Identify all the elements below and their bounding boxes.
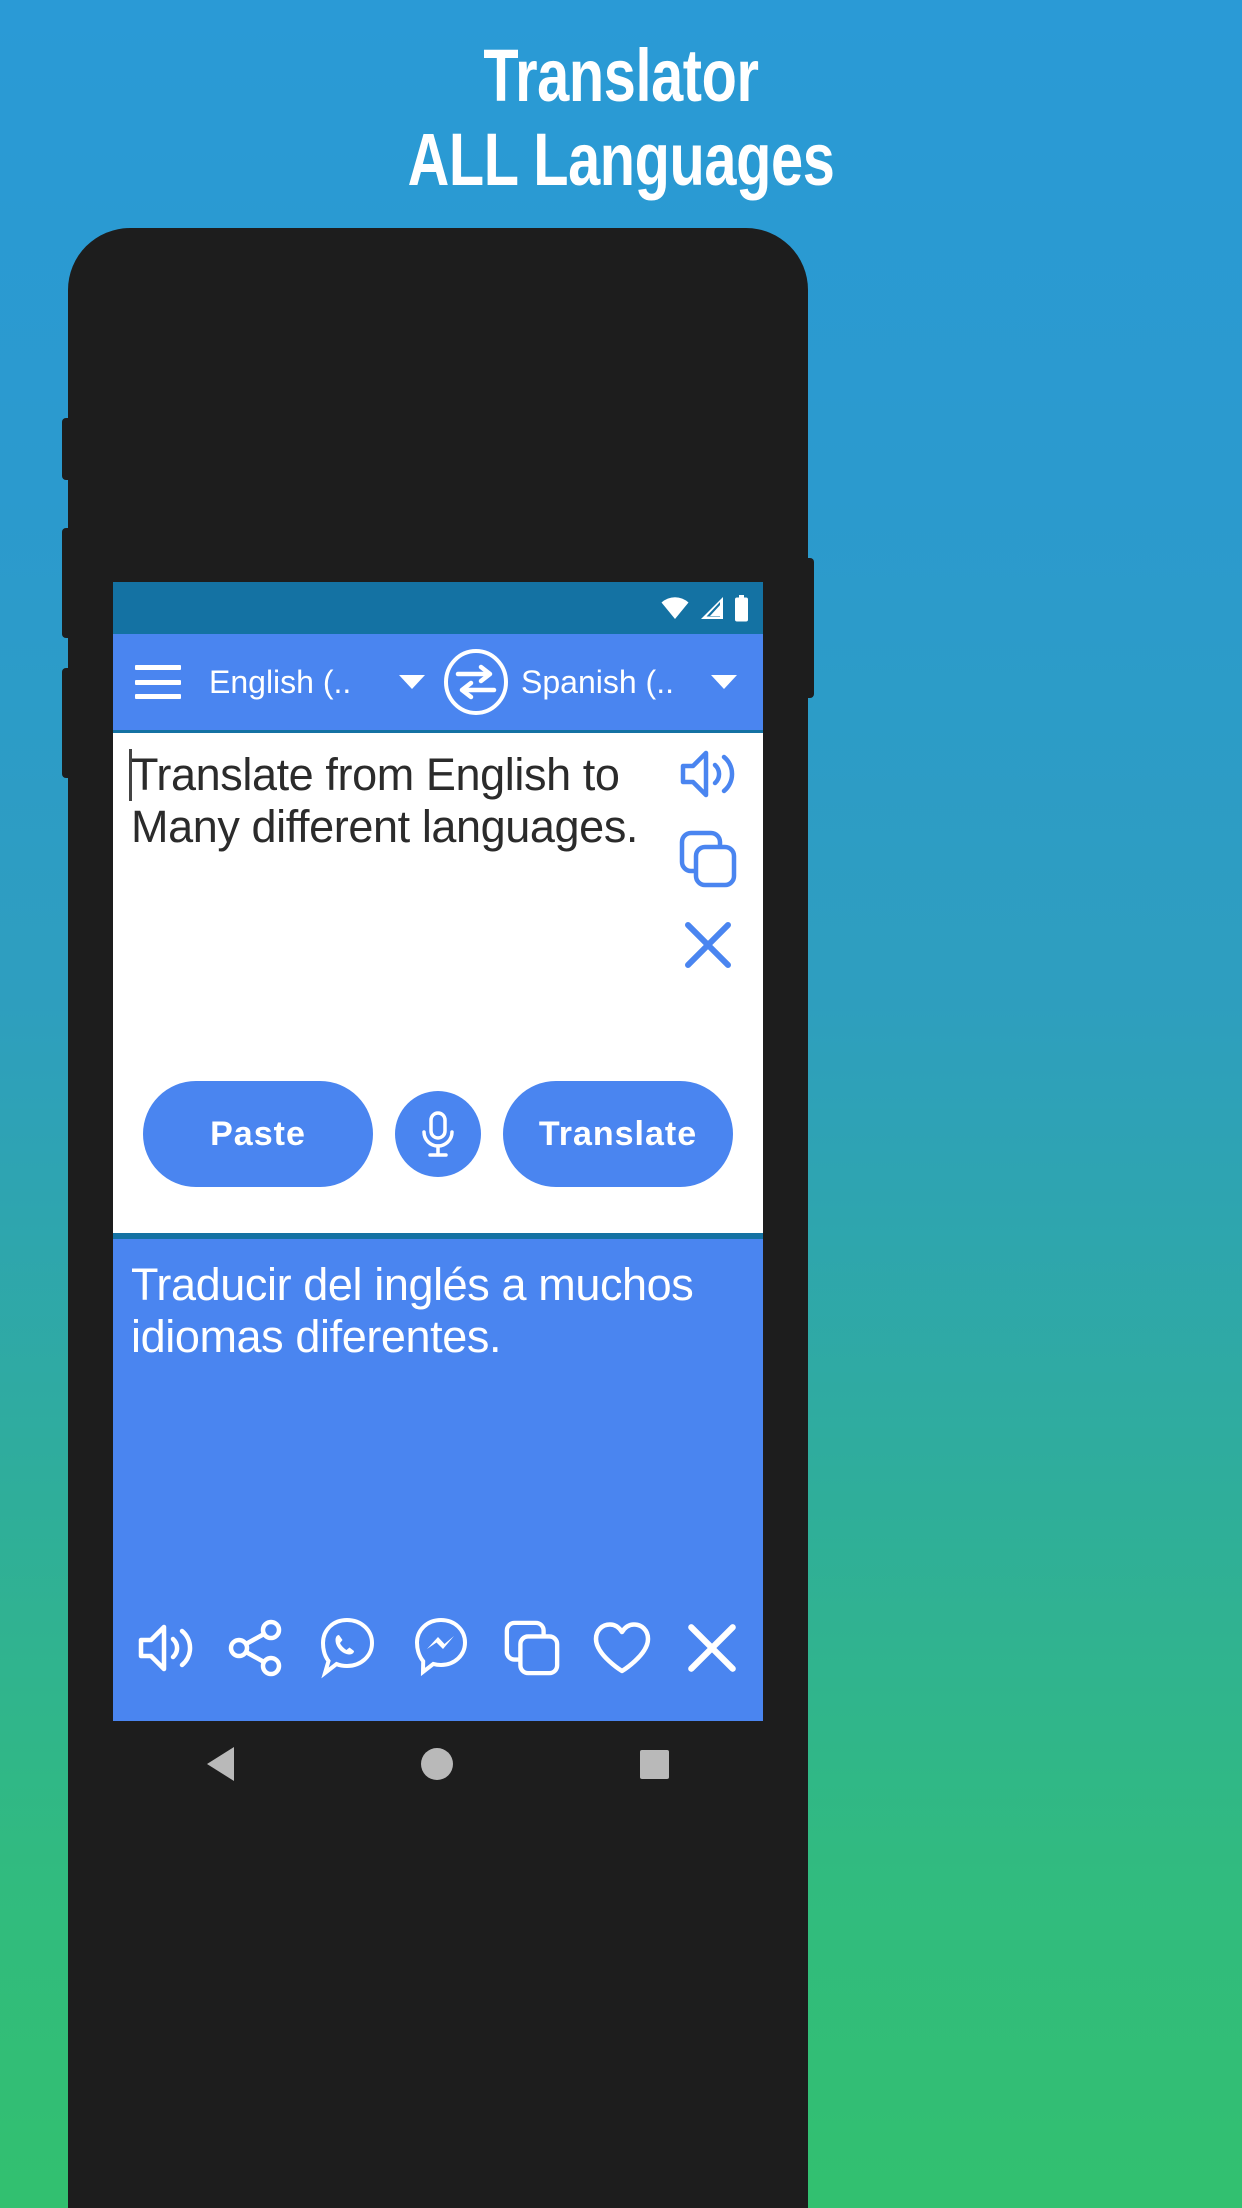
phone-mockup: English (.. Spanish (.. Translate from E… xyxy=(62,228,814,2208)
cellular-signal-icon xyxy=(701,597,723,619)
input-panel: Translate from English to Many different… xyxy=(113,730,763,1233)
phone-side-button-middle xyxy=(62,528,70,638)
clear-output-icon[interactable] xyxy=(683,1619,741,1677)
phone-side-button-top xyxy=(62,418,70,480)
chevron-down-icon xyxy=(399,675,425,689)
clear-input-icon[interactable] xyxy=(680,917,736,973)
phone-side-button-bottom xyxy=(62,668,70,778)
microphone-icon xyxy=(422,1111,454,1157)
promo-title-line-2: ALL Languages xyxy=(407,118,835,201)
battery-icon xyxy=(735,594,748,621)
input-row: Translate from English to Many different… xyxy=(113,733,763,1059)
status-bar xyxy=(113,582,763,634)
android-home-icon[interactable] xyxy=(420,1748,453,1780)
paste-button[interactable]: Paste xyxy=(143,1081,373,1187)
promo-headline: Translator ALL Languages xyxy=(137,38,1106,198)
source-language-selector[interactable]: English (.. xyxy=(209,664,441,701)
source-language-label: English (.. xyxy=(209,663,352,700)
input-side-actions xyxy=(653,733,763,1059)
output-panel: Traducir del inglés a muchos idiomas dif… xyxy=(113,1233,763,1721)
translate-button[interactable]: Translate xyxy=(503,1081,733,1187)
target-language-label: Spanish (.. xyxy=(521,663,674,700)
app-toolbar: English (.. Spanish (.. xyxy=(113,634,763,730)
phone-side-button-right xyxy=(806,558,814,698)
copy-input-icon[interactable] xyxy=(678,829,738,889)
share-icon[interactable] xyxy=(227,1619,285,1677)
speak-input-icon[interactable] xyxy=(677,747,739,801)
whatsapp-icon[interactable] xyxy=(315,1616,379,1680)
source-text-field[interactable]: Translate from English to Many different… xyxy=(113,733,653,1059)
input-button-row: Paste Translate xyxy=(113,1059,763,1233)
android-recents-icon[interactable] xyxy=(640,1749,670,1779)
copy-output-icon[interactable] xyxy=(503,1619,561,1677)
translated-text-value: Traducir del inglés a muchos idiomas dif… xyxy=(131,1259,694,1362)
promo-screenshot: Translator ALL Languages English (.. Spa… xyxy=(0,0,1242,2208)
android-back-icon[interactable] xyxy=(206,1747,234,1781)
wifi-icon xyxy=(661,597,689,619)
source-text-value: Translate from English to Many different… xyxy=(131,749,639,852)
android-navigation-bar xyxy=(113,1721,763,1807)
output-action-row xyxy=(113,1589,763,1721)
target-language-selector[interactable]: Spanish (.. xyxy=(521,664,753,701)
swap-languages-icon[interactable] xyxy=(443,649,509,715)
promo-title-line-1: Translator xyxy=(483,34,759,117)
favorite-icon[interactable] xyxy=(591,1619,653,1677)
hamburger-menu-icon[interactable] xyxy=(135,665,181,699)
chevron-down-icon xyxy=(711,675,737,689)
microphone-button[interactable] xyxy=(395,1091,481,1177)
text-cursor xyxy=(129,749,132,801)
speak-output-icon[interactable] xyxy=(135,1621,197,1675)
messenger-icon[interactable] xyxy=(409,1616,473,1680)
phone-screen: English (.. Spanish (.. Translate from E… xyxy=(113,582,763,1721)
